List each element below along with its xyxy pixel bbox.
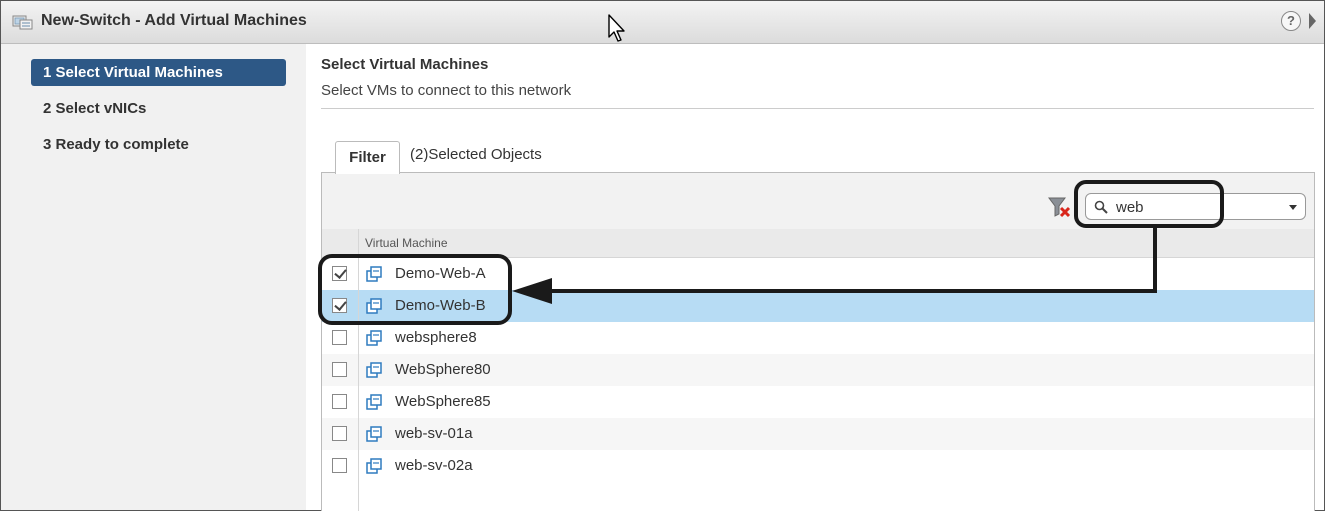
search-field[interactable]	[1085, 193, 1306, 220]
grid-column-divider	[358, 258, 359, 511]
virtual-machine-icon	[366, 362, 382, 378]
vm-name: WebSphere80	[395, 361, 491, 378]
title-bar: New-Switch - Add Virtual Machines ?	[1, 1, 1324, 44]
column-header-virtual-machine[interactable]: Virtual Machine	[365, 236, 448, 250]
vm-name: Demo-Web-A	[395, 265, 486, 282]
main-content: Select Virtual Machines Select VMs to co…	[306, 44, 1324, 511]
check-column-header	[322, 229, 359, 257]
table-row[interactable]: WebSphere85	[322, 386, 1314, 418]
mouse-cursor-icon	[608, 14, 625, 42]
row-checkbox[interactable]	[332, 426, 347, 441]
vm-name: Demo-Web-B	[395, 297, 486, 314]
collapse-arrow-icon[interactable]	[1309, 13, 1316, 29]
virtual-machine-icon	[366, 266, 382, 282]
divider	[321, 108, 1314, 109]
help-icon[interactable]: ?	[1281, 11, 1301, 31]
nav-step-select-vnics[interactable]: 2 Select vNICs	[31, 95, 286, 122]
filter-panel: Virtual Machine Demo-Web-A Demo-Web-B	[321, 172, 1315, 511]
row-checkbox[interactable]	[332, 362, 347, 377]
tab-selected-objects[interactable]: (2)Selected Objects	[410, 139, 542, 171]
nav-step-ready-to-complete[interactable]: 3 Ready to complete	[31, 131, 286, 158]
tab-filter[interactable]: Filter	[335, 141, 400, 174]
vm-rows: Demo-Web-A Demo-Web-B websphere8 WebSphe…	[322, 258, 1314, 482]
table-row[interactable]: web-sv-01a	[322, 418, 1314, 450]
vm-name: web-sv-01a	[395, 425, 473, 442]
row-checkbox[interactable]	[332, 330, 347, 345]
vm-name: WebSphere85	[395, 393, 491, 410]
table-row[interactable]: WebSphere80	[322, 354, 1314, 386]
row-checkbox[interactable]	[332, 394, 347, 409]
row-checkbox[interactable]	[332, 266, 347, 281]
vm-grid: Virtual Machine Demo-Web-A Demo-Web-B we…	[322, 229, 1314, 511]
wizard-steps-nav: 1 Select Virtual Machines 2 Select vNICs…	[1, 44, 306, 510]
chevron-down-icon[interactable]	[1289, 205, 1297, 210]
page-title: Select Virtual Machines	[321, 56, 489, 73]
table-row[interactable]: web-sv-02a	[322, 450, 1314, 482]
grid-header: Virtual Machine	[322, 229, 1314, 258]
clear-filter-icon[interactable]	[1047, 195, 1073, 219]
page-subtitle: Select VMs to connect to this network	[321, 82, 572, 99]
search-icon	[1094, 200, 1108, 214]
switch-wizard-icon	[12, 15, 33, 30]
table-row[interactable]: Demo-Web-B	[322, 290, 1314, 322]
table-row[interactable]: Demo-Web-A	[322, 258, 1314, 290]
virtual-machine-icon	[366, 298, 382, 314]
virtual-machine-icon	[366, 426, 382, 442]
table-row[interactable]: websphere8	[322, 322, 1314, 354]
virtual-machine-icon	[366, 330, 382, 346]
row-checkbox[interactable]	[332, 458, 347, 473]
window-title: New-Switch - Add Virtual Machines	[41, 12, 307, 29]
virtual-machine-icon	[366, 458, 382, 474]
vm-name: websphere8	[395, 329, 477, 346]
dialog-window: New-Switch - Add Virtual Machines ? 1 Se…	[0, 0, 1325, 511]
filter-toolbar	[322, 173, 1314, 229]
vm-name: web-sv-02a	[395, 457, 473, 474]
nav-step-select-virtual-machines[interactable]: 1 Select Virtual Machines	[31, 59, 286, 86]
search-input[interactable]	[1116, 197, 1276, 217]
row-checkbox[interactable]	[332, 298, 347, 313]
virtual-machine-icon	[366, 394, 382, 410]
